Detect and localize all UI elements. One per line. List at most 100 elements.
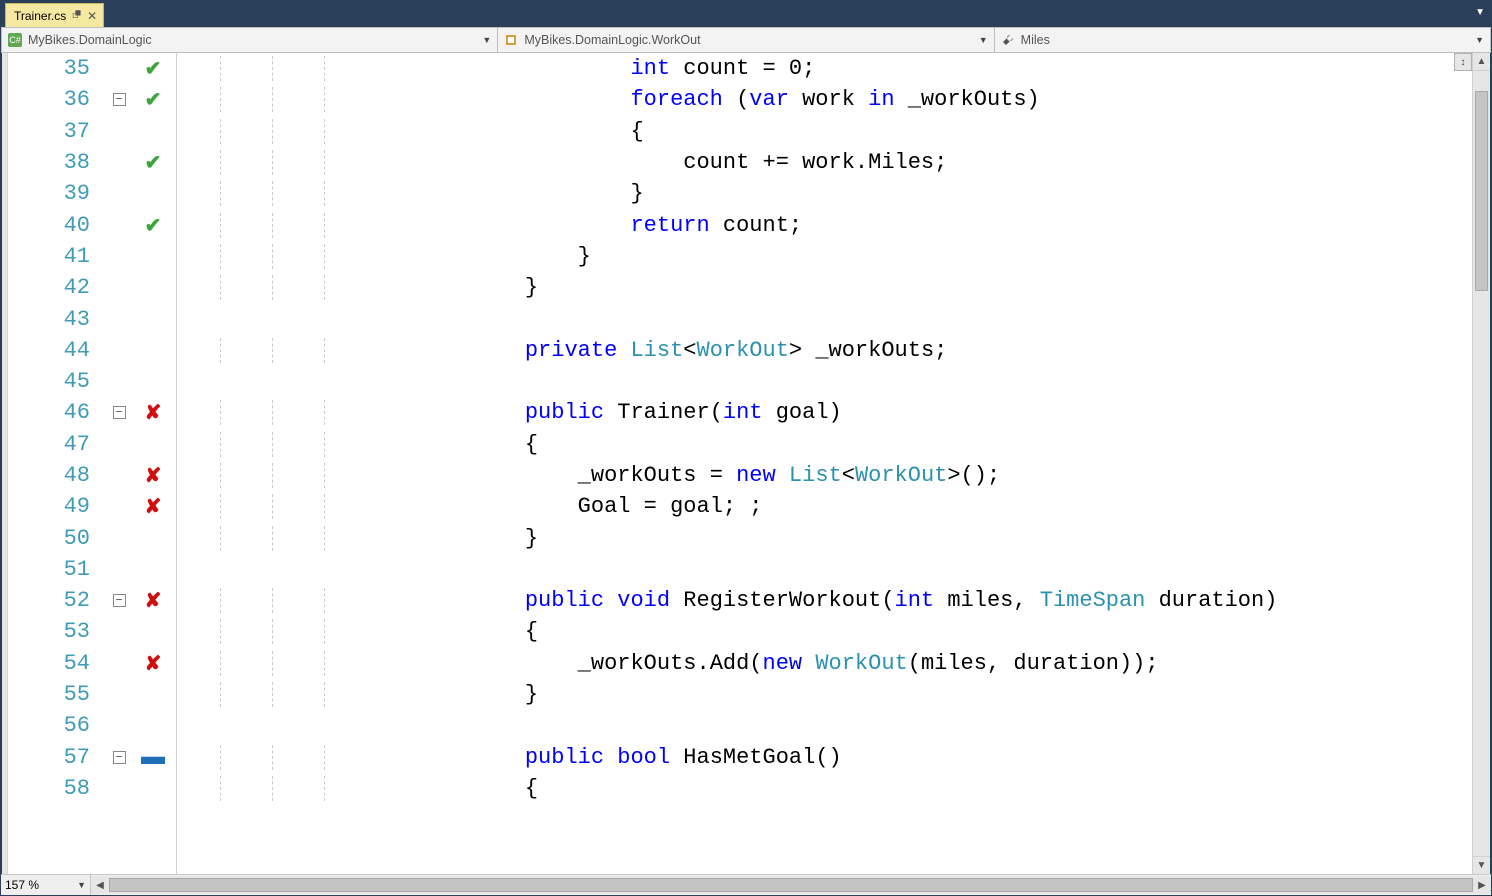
code-editor[interactable]: ↕ 35✔ int count = 0;36−✔ foreach (var wo… [8, 53, 1472, 874]
collapse-icon[interactable]: − [113, 751, 126, 764]
code-text[interactable]: } [172, 181, 644, 206]
code-text[interactable]: } [172, 682, 538, 707]
code-text[interactable]: _workOuts.Add(new WorkOut(miles, duratio… [172, 651, 1159, 676]
code-line[interactable]: 46−✘ public Trainer(int goal) [8, 397, 1472, 428]
line-number: 50 [8, 526, 104, 551]
scroll-down-icon[interactable]: ▼ [1473, 856, 1490, 874]
member-dropdown[interactable]: Miles ▼ [995, 28, 1490, 52]
code-text[interactable]: foreach (var work in _workOuts) [172, 87, 1040, 112]
scroll-track[interactable] [1473, 71, 1490, 856]
code-text[interactable]: return count; [172, 213, 802, 238]
line-number: 48 [8, 463, 104, 488]
code-text[interactable]: private List<WorkOut> _workOuts; [172, 338, 947, 363]
chevron-down-icon: ▼ [1475, 35, 1484, 45]
outline-gutter[interactable]: − [104, 594, 134, 607]
code-line[interactable]: 47 { [8, 429, 1472, 460]
line-number: 44 [8, 338, 104, 363]
file-tab[interactable]: Trainer.cs ⮻ ✕ [5, 3, 104, 27]
line-number: 45 [8, 369, 104, 394]
code-line[interactable]: 55 } [8, 679, 1472, 710]
code-text[interactable]: Goal = goal; ; [172, 494, 763, 519]
code-text[interactable]: _workOuts = new List<WorkOut>(); [172, 463, 1000, 488]
code-line[interactable]: 45 [8, 366, 1472, 397]
line-number: 36 [8, 87, 104, 112]
code-line[interactable]: 40✔ return count; [8, 209, 1472, 240]
code-text[interactable]: count += work.Miles; [172, 150, 947, 175]
covered-icon: ✔ [145, 56, 162, 81]
covered-icon: ✔ [145, 213, 162, 238]
close-icon[interactable]: ✕ [87, 9, 97, 23]
code-line[interactable]: 39 } [8, 178, 1472, 209]
line-number: 53 [8, 619, 104, 644]
line-number: 47 [8, 432, 104, 457]
covered-icon: ✔ [145, 87, 162, 112]
coverage-gutter: ✔ [134, 87, 172, 112]
code-text[interactable]: public Trainer(int goal) [172, 400, 842, 425]
coverage-gutter: ✔ [134, 213, 172, 238]
code-text[interactable]: public bool HasMetGoal() [172, 745, 842, 770]
line-number: 51 [8, 557, 104, 582]
code-line[interactable]: 56 [8, 710, 1472, 741]
code-line[interactable]: 50 } [8, 522, 1472, 553]
line-number: 58 [8, 776, 104, 801]
code-line[interactable]: 54✘ _workOuts.Add(new WorkOut(miles, dur… [8, 648, 1472, 679]
coverage-gutter: ✔ [134, 150, 172, 175]
horizontal-scrollbar[interactable]: ◀ ▶ [91, 876, 1491, 894]
line-number: 55 [8, 682, 104, 707]
code-text[interactable]: public void RegisterWorkout(int miles, T… [172, 588, 1277, 613]
tab-menu-dropdown-icon[interactable]: ▼ [1475, 7, 1485, 18]
code-text[interactable]: } [172, 526, 538, 551]
collapse-icon[interactable]: − [113, 93, 126, 106]
outline-gutter[interactable]: − [104, 93, 134, 106]
code-text[interactable]: } [172, 275, 538, 300]
code-line[interactable]: 36− ✔ foreach (var work in _workOuts) [8, 84, 1472, 115]
scroll-thumb[interactable] [1475, 91, 1488, 291]
code-line[interactable]: 37 { [8, 116, 1472, 147]
line-number: 52 [8, 588, 104, 613]
code-text[interactable]: { [172, 776, 538, 801]
pin-icon[interactable]: ⮻ [72, 6, 81, 25]
chevron-down-icon: ▼ [482, 35, 491, 45]
vertical-scrollbar[interactable]: ▲ ▼ [1472, 53, 1490, 874]
code-line[interactable]: 38✔ count += work.Miles; [8, 147, 1472, 178]
zoom-dropdown[interactable]: 157 % ▼ [1, 875, 91, 895]
code-line[interactable]: 42 } [8, 272, 1472, 303]
code-line[interactable]: 35✔ int count = 0; [8, 53, 1472, 84]
tab-title: Trainer.cs [14, 9, 66, 23]
navigation-bar: C# MyBikes.DomainLogic ▼ MyBikes.DomainL… [1, 27, 1491, 53]
code-line[interactable]: 48 ✘ _workOuts = new List<WorkOut>(); [8, 460, 1472, 491]
code-line[interactable]: 51 [8, 554, 1472, 585]
not-covered-icon: ✘ [145, 463, 162, 488]
code-text[interactable]: { [172, 432, 538, 457]
wrench-icon [1001, 33, 1015, 47]
class-dropdown[interactable]: MyBikes.DomainLogic.WorkOut ▼ [498, 28, 994, 52]
outline-gutter[interactable]: − [104, 406, 134, 419]
code-text[interactable]: { [172, 619, 538, 644]
code-text[interactable]: } [172, 244, 591, 269]
scroll-up-icon[interactable]: ▲ [1473, 53, 1490, 71]
coverage-gutter: ✔ [134, 56, 172, 81]
collapse-icon[interactable]: − [113, 594, 126, 607]
code-line[interactable]: 49✘ Goal = goal; ; [8, 491, 1472, 522]
scroll-left-icon[interactable]: ◀ [91, 876, 109, 894]
code-line[interactable]: 53 { [8, 616, 1472, 647]
code-line[interactable]: 44 private List<WorkOut> _workOuts; [8, 335, 1472, 366]
code-text[interactable]: { [172, 119, 644, 144]
hscroll-thumb[interactable] [109, 878, 1473, 892]
namespace-dropdown[interactable]: C# MyBikes.DomainLogic ▼ [2, 28, 498, 52]
code-line[interactable]: 43 [8, 303, 1472, 334]
code-text[interactable]: int count = 0; [172, 56, 815, 81]
code-line[interactable]: 57−▬ public bool HasMetGoal() [8, 742, 1472, 773]
code-lines[interactable]: 35✔ int count = 0;36−✔ foreach (var work… [8, 53, 1472, 874]
hscroll-track[interactable] [109, 876, 1473, 894]
split-window-icon[interactable]: ↕ [1454, 53, 1472, 71]
scroll-right-icon[interactable]: ▶ [1473, 876, 1491, 894]
outline-gutter[interactable]: − [104, 751, 134, 764]
code-line[interactable]: 52−✘ public void RegisterWorkout(int mil… [8, 585, 1472, 616]
svg-text:C#: C# [9, 35, 21, 45]
coverage-gutter: ✘ [134, 651, 172, 676]
code-line[interactable]: 58 { [8, 773, 1472, 804]
code-line[interactable]: 41 } [8, 241, 1472, 272]
collapse-icon[interactable]: − [113, 406, 126, 419]
chevron-down-icon: ▼ [77, 880, 86, 890]
